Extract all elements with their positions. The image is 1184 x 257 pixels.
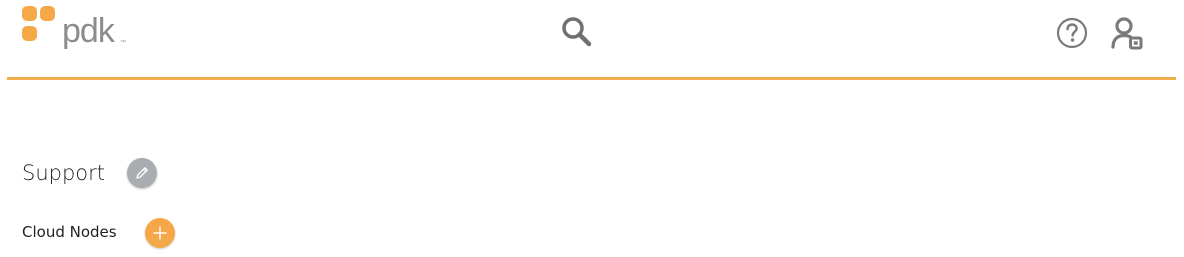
search-icon[interactable] (559, 15, 595, 51)
logo-mark-icon (22, 5, 64, 49)
page: pdk ™ Support Cloud Nodes (0, 0, 1184, 257)
logo-trademark: ™ (120, 40, 126, 46)
page-title: Support (22, 161, 106, 185)
add-cloud-node-button[interactable] (145, 218, 175, 248)
help-icon[interactable] (1055, 16, 1089, 50)
edit-button[interactable] (127, 158, 157, 188)
cloud-nodes-label: Cloud Nodes (22, 223, 117, 241)
user-settings-icon[interactable] (1110, 16, 1146, 50)
plus-icon (153, 226, 167, 240)
header-divider (7, 77, 1176, 80)
pencil-icon (136, 167, 148, 179)
logo-text: pdk (62, 12, 115, 50)
top-header: pdk ™ (0, 0, 1184, 80)
pdk-logo[interactable]: pdk ™ (22, 5, 126, 49)
